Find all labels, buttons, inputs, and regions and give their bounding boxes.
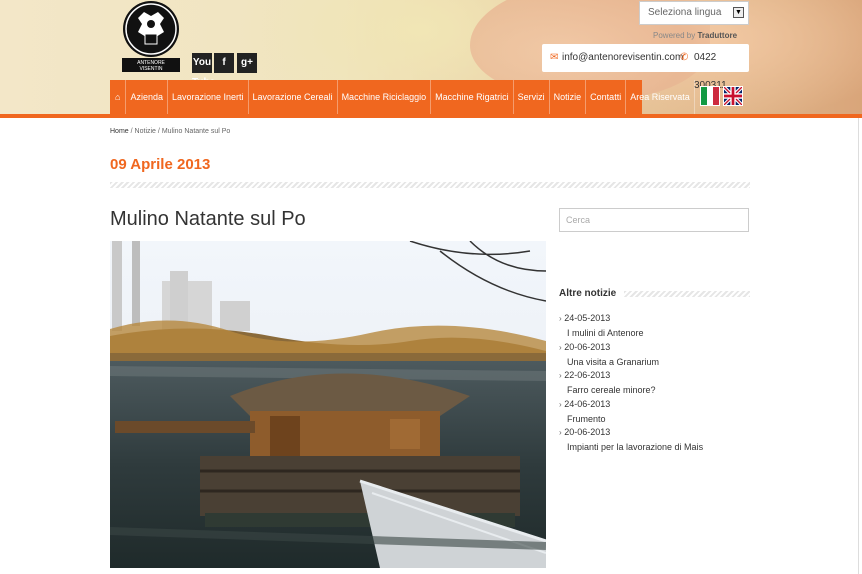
- sidebar-title: Altre notizie: [559, 288, 617, 299]
- sidebar-divider: [624, 291, 750, 297]
- nav-item-lavorazione-inerti[interactable]: Lavorazione Inerti: [168, 80, 249, 114]
- italian-flag-icon[interactable]: [700, 86, 720, 106]
- chevron-right-icon: ›: [559, 428, 562, 437]
- company-logo[interactable]: ANTENORE VISENTIN: [120, 0, 182, 72]
- main-nav: ⌂ Azienda Lavorazione Inerti Lavorazione…: [110, 80, 695, 114]
- breadcrumb-notizie[interactable]: Notizie: [135, 128, 156, 135]
- email-link[interactable]: info@antenorevisentin.com: [562, 44, 683, 72]
- phone-icon: ✆: [680, 52, 689, 63]
- contact-box: ✉ info@antenorevisentin.com ✆ 0422 30031…: [542, 44, 749, 91]
- chevron-right-icon: ›: [559, 400, 562, 409]
- news-title[interactable]: Impianti per la lavorazione di Mais: [559, 442, 703, 452]
- news-date: 20-06-2013: [564, 342, 611, 352]
- page-date-title: 09 Aprile 2013: [110, 156, 211, 173]
- nav-item-macchine-riciclaggio[interactable]: Macchine Riciclaggio: [338, 80, 432, 114]
- english-flag-icon[interactable]: [723, 86, 743, 106]
- news-title[interactable]: Farro cereale minore?: [559, 385, 656, 395]
- nav-item-azienda[interactable]: Azienda: [126, 80, 168, 114]
- post-title: Mulino Natante sul Po: [110, 208, 306, 230]
- nav-item-notizie[interactable]: Notizie: [550, 80, 587, 114]
- list-item[interactable]: › 20-06-2013 Impianti per la lavorazione…: [559, 427, 703, 452]
- powered-by-brand: Traduttore: [697, 31, 738, 40]
- chevron-right-icon: ›: [559, 314, 562, 323]
- nav-item-servizi[interactable]: Servizi: [514, 80, 550, 114]
- mulino-photo: [110, 241, 546, 568]
- breadcrumb-separator: /: [130, 128, 133, 135]
- news-title[interactable]: Una visita a Granarium: [559, 357, 659, 367]
- list-item[interactable]: › 20-06-2013 Una visita a Granarium: [559, 342, 659, 367]
- breadcrumb: Home / Notizie / Mulino Natante sul Po: [110, 128, 230, 135]
- language-select-value: Seleziona lingua: [648, 7, 722, 18]
- news-title[interactable]: Frumento: [559, 414, 610, 424]
- language-select[interactable]: Seleziona lingua ▼: [639, 1, 749, 25]
- google-plus-icon[interactable]: g+: [237, 53, 257, 73]
- chevron-down-icon: ▼: [733, 7, 744, 18]
- nav-item-macchine-rigatrici[interactable]: Macchine Rigatrici: [431, 80, 514, 114]
- svg-text:VISENTIN: VISENTIN: [139, 66, 162, 72]
- breadcrumb-separator: /: [157, 128, 160, 135]
- list-item[interactable]: › 22-06-2013 Farro cereale minore?: [559, 370, 656, 395]
- navbar-line: [0, 114, 862, 118]
- news-date: 22-06-2013: [564, 370, 611, 380]
- breadcrumb-home[interactable]: Home: [110, 128, 129, 135]
- list-item[interactable]: › 24-05-2013 I mulini di Antenore: [559, 313, 644, 338]
- search-input[interactable]: Cerca: [559, 208, 749, 232]
- search-placeholder: Cerca: [566, 215, 591, 225]
- facebook-icon[interactable]: f: [214, 53, 234, 73]
- news-date: 24-05-2013: [564, 313, 611, 323]
- list-item[interactable]: › 24-06-2013 Frumento: [559, 399, 610, 424]
- nav-item-area-riservata[interactable]: Area Riservata: [626, 80, 695, 114]
- page-edge: [858, 118, 862, 574]
- powered-by-label: Powered by: [653, 31, 696, 40]
- nav-home-icon[interactable]: ⌂: [110, 80, 127, 114]
- envelope-icon: ✉: [550, 52, 559, 63]
- nav-item-lavorazione-cereali[interactable]: Lavorazione Cereali: [249, 80, 338, 114]
- news-date: 24-06-2013: [564, 399, 611, 409]
- breadcrumb-current: Mulino Natante sul Po: [161, 128, 231, 135]
- news-title[interactable]: I mulini di Antenore: [559, 328, 644, 338]
- nav-item-contatti[interactable]: Contatti: [586, 80, 627, 114]
- divider: [110, 182, 750, 188]
- youtube-icon[interactable]: You Tube: [192, 53, 215, 88]
- powered-by: Powered by Traduttore: [653, 31, 737, 40]
- chevron-right-icon: ›: [559, 343, 562, 352]
- news-date: 20-06-2013: [564, 427, 611, 437]
- chevron-right-icon: ›: [559, 371, 562, 380]
